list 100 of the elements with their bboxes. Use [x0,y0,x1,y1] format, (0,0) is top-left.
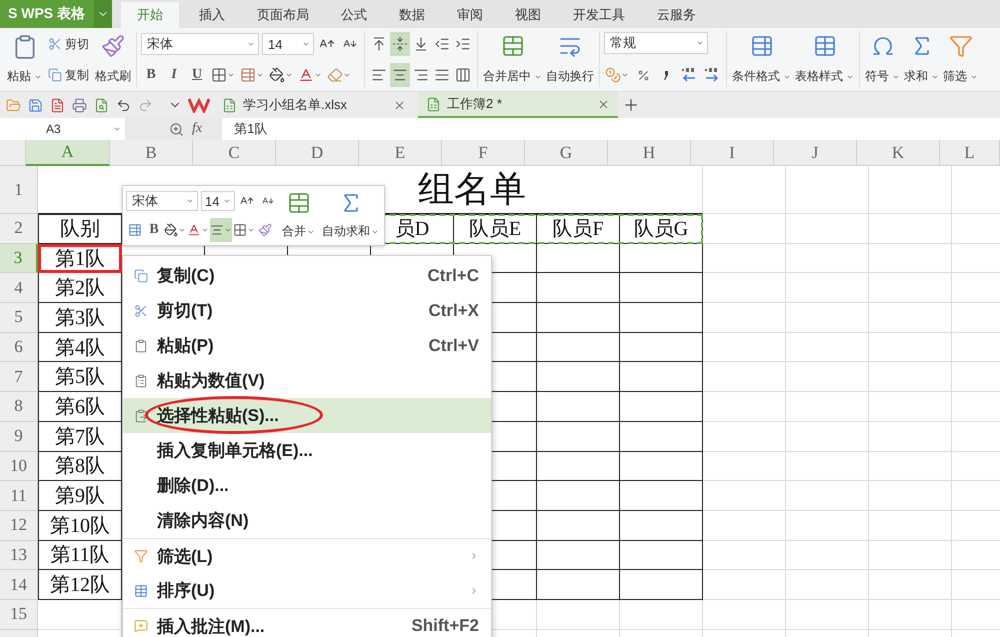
column-header[interactable]: I [691,140,774,166]
row-header[interactable]: 8 [0,392,38,422]
name-box[interactable]: A3 [0,118,125,140]
align-justify-icon [434,67,450,83]
align-button[interactable] [390,63,410,87]
paint-bucket-icon [164,223,178,237]
menu-item[interactable]: 插入批注(M)... Shift+F2 [123,608,491,637]
editing-button[interactable]: 筛选 [942,32,979,87]
editing-button[interactable]: 符号 [864,32,901,87]
filter-icon [948,34,972,58]
caret-icon [696,39,704,47]
shortcut-label: Shift+F2 [411,616,479,636]
align-button[interactable] [210,218,232,242]
decrease-decimal-icon [680,66,698,84]
row-header[interactable]: 14 [0,570,38,600]
align-button[interactable] [390,32,410,56]
menu-item[interactable]: 选择性粘贴(S)... [123,398,491,433]
row-header[interactable]: 7 [0,362,38,392]
formula-input[interactable]: 第1队 [222,118,1000,140]
caret-icon [256,71,264,79]
column-header[interactable]: D [276,140,359,166]
menu-item[interactable]: 粘贴为数值(V) [123,363,491,398]
omega-icon [870,34,894,58]
column-header[interactable]: G [525,140,608,166]
document-icon [50,98,64,112]
row-header[interactable]: 11 [0,481,38,511]
row-header[interactable]: 10 [0,452,38,482]
column-header[interactable]: F [442,140,525,166]
column-header[interactable]: H [608,140,691,166]
ribbon-tab[interactable]: 插入 [183,2,241,28]
scissors-icon [134,304,148,318]
copy-button[interactable]: 复制 [45,63,92,87]
row-header[interactable]: 5 [0,303,38,333]
grid-icon [211,67,227,83]
ribbon-tab[interactable]: 开始 [121,2,179,28]
clipboard-icon [134,408,148,422]
row-header[interactable]: 4 [0,273,38,304]
wps-logo-icon[interactable] [188,97,210,113]
comment-icon [134,619,148,633]
format-painter-button[interactable]: 格式刷 [94,32,132,87]
ribbon-tab[interactable]: 审阅 [441,2,499,28]
row-header[interactable]: 12 [0,510,38,541]
ribbon-tab[interactable]: 数据 [383,2,441,28]
number-format-select[interactable]: 常规 [604,32,708,54]
ribbon-tab[interactable]: 开发工具 [557,2,641,28]
column-header[interactable]: C [193,140,276,166]
column-header[interactable]: L [940,140,1000,166]
menu-item[interactable]: 删除(D)... [123,468,491,503]
menu-item[interactable]: 剪切(T) Ctrl+X [123,293,491,328]
font-style-button[interactable]: B [141,63,161,87]
table-icon [134,584,148,598]
style-button[interactable]: 条件格式 [731,32,792,87]
menu-item[interactable]: 粘贴(P) Ctrl+V [123,328,491,363]
distributed-icon [455,67,471,83]
row-header[interactable]: 9 [0,422,38,452]
document-tab[interactable]: 学习小组名单.xlsx [214,92,414,118]
font-name-select[interactable]: 宋体 [126,191,198,211]
row-header[interactable]: 6 [0,332,38,362]
column-header[interactable]: J [774,140,857,166]
font-name-select[interactable]: 宋体 [141,33,259,55]
font-style-button[interactable]: I [164,63,184,87]
ribbon-tab[interactable]: 公式 [325,2,383,28]
shortcut-label: Ctrl+C [428,266,479,286]
font-style-button[interactable]: U [187,63,207,87]
table-style-icon [812,34,836,58]
menu-item[interactable]: 复制(C) Ctrl+C [123,258,491,293]
ribbon-tab[interactable]: 视图 [499,2,557,28]
function-label[interactable]: fx [192,121,202,137]
bold-button[interactable]: B [145,218,163,242]
menu-item[interactable]: 清除内容(N) [123,503,491,538]
row-header[interactable]: 15 [0,600,38,630]
column-header[interactable]: B [110,140,193,166]
table-cell: 队别 [38,214,122,244]
caret-icon [343,71,351,79]
row-header[interactable]: 1 [0,166,38,214]
align-middle-icon [392,36,408,52]
menu-item[interactable]: 插入复制单元格(E)... [123,433,491,468]
caret-icon [247,40,255,48]
document-tab[interactable]: 工作簿2 * [418,92,618,118]
document-name: 工作簿2 * [447,95,502,113]
row-header[interactable]: 13 [0,540,38,570]
align-right-icon [413,67,429,83]
paste-button[interactable]: 粘贴 [6,32,43,87]
table-cell: 队员F [537,214,620,244]
menu-item[interactable]: 排序(U) [123,573,491,608]
column-header[interactable]: E [359,140,442,166]
ribbon-tab[interactable]: 云服务 [641,2,712,28]
editing-button[interactable]: 求和 [903,32,940,87]
cut-button[interactable]: 剪切 [45,32,92,56]
filter-icon [134,549,148,563]
style-button[interactable]: 表格样式 [794,32,855,87]
column-header[interactable]: K [857,140,940,166]
menu-item[interactable]: 筛选(L) [123,538,491,573]
table-icon [128,223,142,237]
font-size-select[interactable]: 14 [201,191,235,211]
merge-center-button[interactable]: 合并居中 [482,32,543,87]
font-size-select[interactable]: 14 [262,33,314,55]
ribbon-tab[interactable]: 页面布局 [241,2,325,28]
row-header[interactable]: 2 [0,214,38,244]
wrap-text-button[interactable]: 自动换行 [545,32,595,87]
